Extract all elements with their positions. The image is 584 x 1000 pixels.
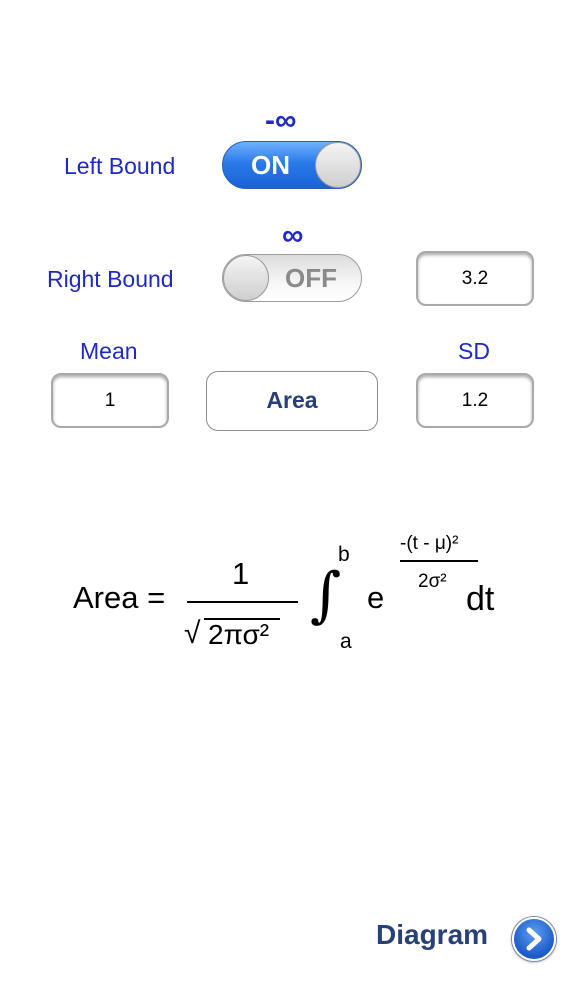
formula-base: e [367, 580, 385, 615]
formula-upper-limit: b [338, 543, 350, 566]
formula-denominator: 2πσ² [208, 619, 270, 650]
diagram-label: Diagram [376, 919, 489, 950]
chevron-right-circle-icon[interactable] [512, 917, 556, 961]
formula-lhs: Area = [73, 580, 166, 615]
formula-exp-numerator: -(t - μ)² [400, 533, 459, 554]
diagram-link[interactable]: Diagram [376, 914, 556, 962]
sqrt-icon: √ [184, 617, 201, 650]
integral-icon: ∫ [310, 560, 342, 630]
formula-differential: dt [466, 580, 495, 618]
formula-fraction-bar [187, 601, 298, 603]
formula-numerator: 1 [232, 556, 250, 591]
formula-exp-fraction-bar [400, 560, 478, 562]
formula-exp-denominator: 2σ² [418, 571, 447, 592]
area-formula: Area = 1 √ 2πσ² ∫ b a e -(t - μ)² 2σ² dt [0, 0, 584, 700]
formula-lower-limit: a [340, 630, 352, 653]
